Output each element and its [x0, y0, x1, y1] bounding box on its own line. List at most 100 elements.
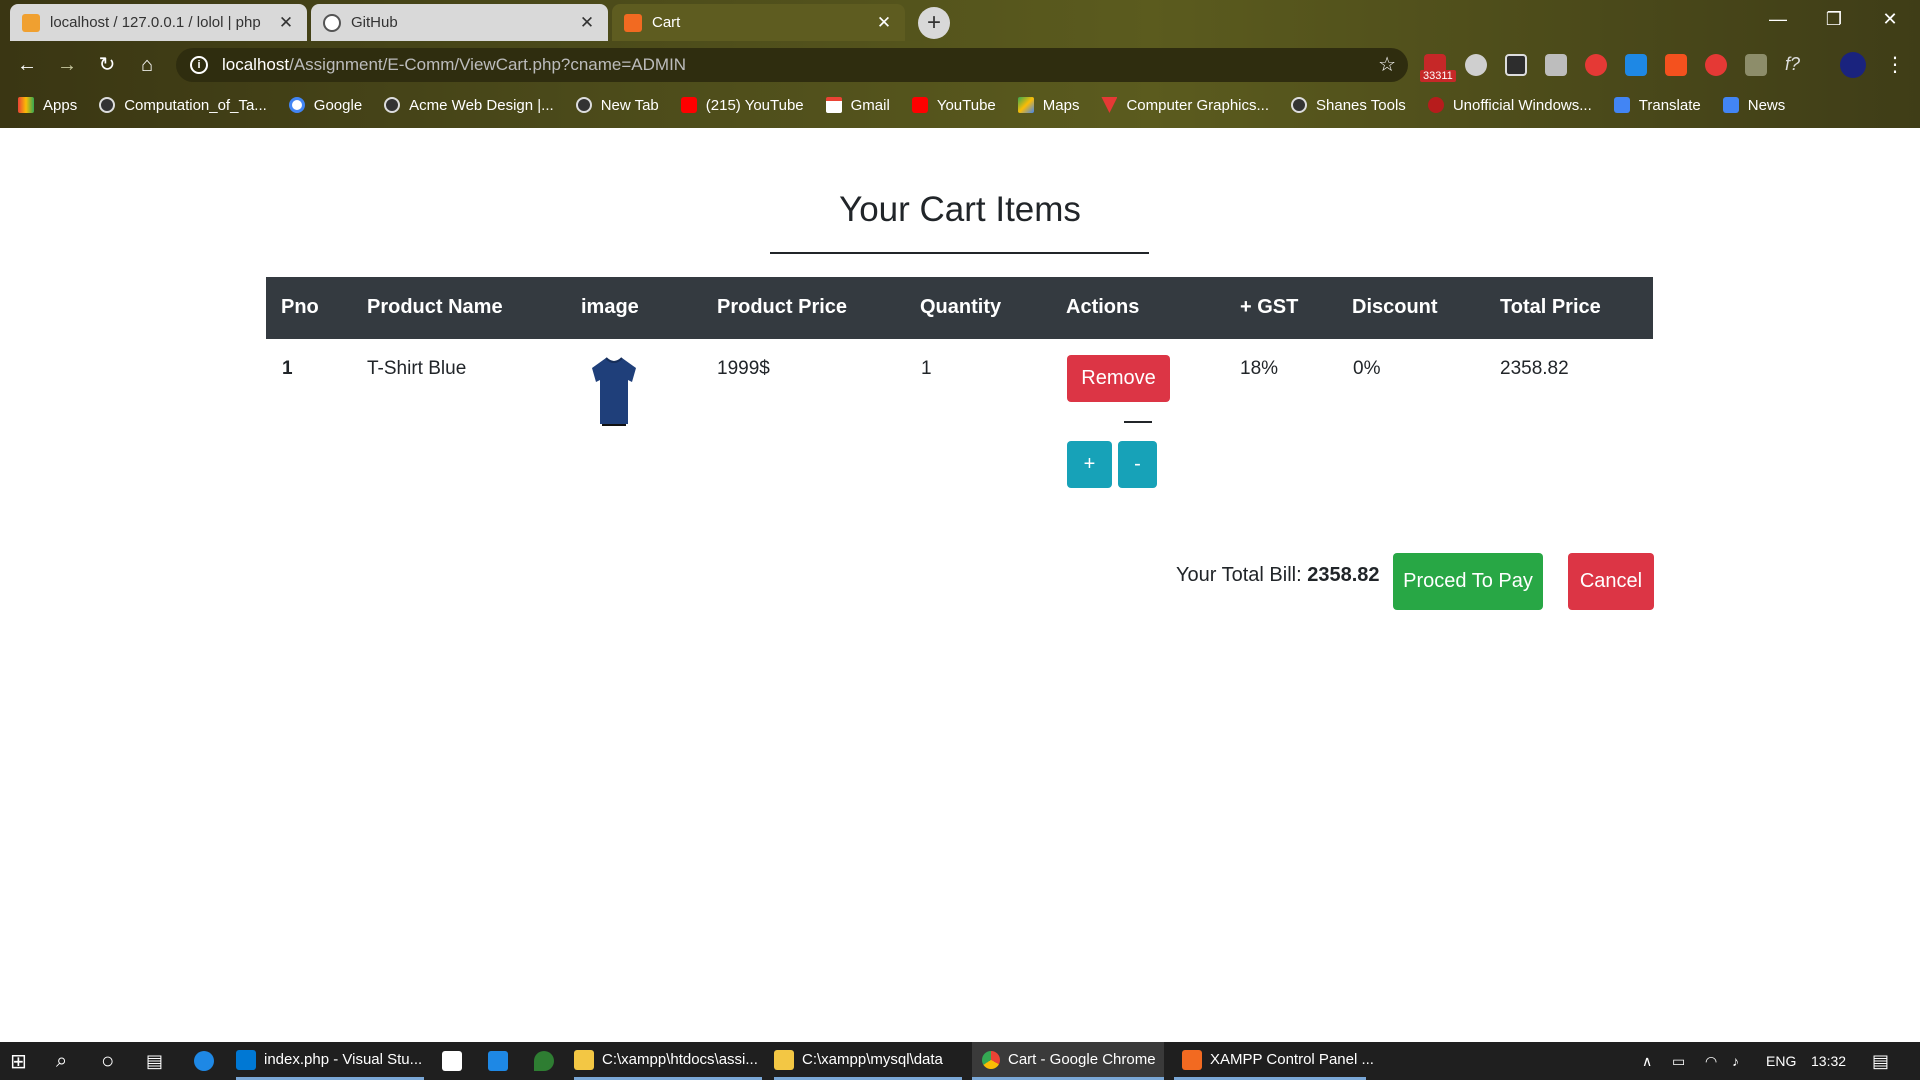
- tab-cart[interactable]: Cart ✕: [612, 4, 905, 41]
- youtube-icon: [680, 97, 697, 113]
- column-header-actions: Actions: [1066, 296, 1140, 318]
- increase-quantity-button[interactable]: +: [1067, 441, 1112, 488]
- taskbar: ⊞ ⌕ ○ ▤ index.php - Visual Stu... C:\xam…: [0, 1042, 1920, 1080]
- forward-icon[interactable]: →: [52, 50, 82, 80]
- globe-icon: [99, 97, 116, 113]
- profile-avatar[interactable]: [1840, 52, 1866, 78]
- column-header-gst: + GST: [1240, 296, 1299, 318]
- row-gst: 18%: [1240, 358, 1279, 379]
- phpmyadmin-icon: [22, 13, 40, 32]
- url-host: localhost: [222, 55, 290, 74]
- wifi-icon[interactable]: ◠: [1705, 1042, 1717, 1080]
- store-icon[interactable]: [442, 1042, 470, 1080]
- bookmark-youtube-215[interactable]: (215) YouTube: [680, 97, 804, 114]
- bookmark-translate[interactable]: Translate: [1613, 97, 1701, 114]
- bookmark-new-tab[interactable]: New Tab: [575, 97, 659, 114]
- extension-badge: 33311: [1420, 70, 1456, 82]
- back-icon[interactable]: ←: [12, 50, 42, 80]
- taskbar-app-vscode[interactable]: index.php - Visual Stu...: [236, 1042, 424, 1080]
- bookmark-acme[interactable]: Acme Web Design |...: [384, 97, 554, 114]
- remove-button[interactable]: Remove: [1067, 355, 1170, 402]
- menu-icon[interactable]: ⋮: [1880, 50, 1910, 80]
- globe-icon: [384, 97, 401, 113]
- proceed-to-pay-button[interactable]: Proced To Pay: [1393, 553, 1543, 610]
- translate-extension-icon[interactable]: [1665, 54, 1687, 76]
- close-window-button[interactable]: ✕: [1862, 0, 1918, 40]
- xampp-icon: [624, 13, 642, 32]
- cancel-button[interactable]: Cancel: [1568, 553, 1654, 610]
- cart-page: Your Cart Items Pno Product Name image P…: [0, 128, 1920, 1042]
- row-pno: 1: [282, 358, 293, 379]
- bookmark-youtube[interactable]: YouTube: [911, 97, 996, 114]
- function-extension-icon[interactable]: f?: [1785, 54, 1807, 76]
- chrome-icon: [982, 1050, 1000, 1069]
- bookmark-star-icon[interactable]: ☆: [1378, 52, 1396, 77]
- language-indicator[interactable]: ENG: [1766, 1042, 1796, 1080]
- gmail-icon: [825, 97, 842, 113]
- pokeball-extension-icon[interactable]: [1585, 54, 1607, 76]
- restore-button[interactable]: ❐: [1806, 0, 1862, 40]
- info-icon[interactable]: i: [190, 56, 208, 74]
- tab-strip: localhost / 127.0.0.1 / lolol | php ✕ Gi…: [0, 0, 1920, 41]
- bookmark-shanes-tools[interactable]: Shanes Tools: [1291, 97, 1406, 114]
- bookmark-computer-graphics[interactable]: Computer Graphics...: [1101, 97, 1269, 114]
- translate-icon: [1613, 97, 1630, 113]
- windows-start-icon[interactable]: ⊞: [10, 1042, 27, 1080]
- pin-icon: [534, 1051, 554, 1071]
- notifications-icon[interactable]: ▤: [1872, 1042, 1889, 1080]
- task-view-icon[interactable]: ▤: [146, 1042, 163, 1080]
- taskbar-app-explorer-mysql[interactable]: C:\xampp\mysql\data: [774, 1042, 962, 1080]
- download-manager-icon[interactable]: [1625, 54, 1647, 76]
- column-header-quantity: Quantity: [920, 296, 1002, 318]
- ghost-extension-icon[interactable]: [1465, 54, 1487, 76]
- tray-chevron-icon[interactable]: ∧: [1642, 1042, 1652, 1080]
- close-icon[interactable]: ✕: [578, 13, 596, 33]
- red-extension-icon[interactable]: [1705, 54, 1727, 76]
- tab-phpmyadmin[interactable]: localhost / 127.0.0.1 / lolol | php ✕: [10, 4, 307, 41]
- maps-pin-icon[interactable]: [534, 1042, 562, 1080]
- folder-icon: [774, 1049, 794, 1070]
- taskbar-app-xampp[interactable]: XAMPP Control Panel ...: [1174, 1042, 1374, 1080]
- edge-icon[interactable]: [194, 1042, 222, 1080]
- bookmark-gmail[interactable]: Gmail: [825, 97, 890, 114]
- close-icon[interactable]: ✕: [277, 13, 295, 33]
- cb-extension-icon[interactable]: [1505, 54, 1527, 76]
- decrease-quantity-button[interactable]: -: [1118, 441, 1157, 488]
- tab-label: Cart: [652, 14, 681, 31]
- battery-icon[interactable]: ▭: [1672, 1042, 1685, 1080]
- home-icon[interactable]: ⌂: [132, 50, 162, 80]
- tab-github[interactable]: GitHub ✕: [311, 4, 608, 41]
- row-product-name: T-Shirt Blue: [367, 358, 467, 379]
- apps-grid-icon: [18, 97, 34, 113]
- product-image-tshirt: [592, 357, 636, 426]
- reload-icon[interactable]: ↻: [92, 50, 122, 80]
- column-header-discount: Discount: [1352, 296, 1438, 318]
- title-underline: [770, 252, 1149, 254]
- folder-icon: [574, 1049, 594, 1070]
- clock[interactable]: 13:32: [1811, 1042, 1846, 1080]
- bookmark-unofficial-windows[interactable]: Unofficial Windows...: [1427, 97, 1592, 114]
- cortana-icon[interactable]: ○: [101, 1042, 114, 1080]
- mail-icon[interactable]: [488, 1042, 516, 1080]
- bookmark-computation[interactable]: Computation_of_Ta...: [99, 97, 267, 114]
- github-icon: [323, 13, 341, 32]
- new-tab-button[interactable]: +: [918, 7, 950, 39]
- youtube-icon: [911, 97, 928, 113]
- bookmark-maps[interactable]: Maps: [1017, 97, 1079, 114]
- minimize-button[interactable]: —: [1750, 0, 1806, 40]
- close-icon[interactable]: ✕: [875, 13, 893, 33]
- bookmark-news[interactable]: News: [1722, 97, 1785, 114]
- search-icon[interactable]: ⌕: [56, 1042, 67, 1080]
- bookmark-google[interactable]: Google: [288, 97, 362, 114]
- grey-extension-icon[interactable]: [1745, 54, 1767, 76]
- taskbar-app-chrome[interactable]: Cart - Google Chrome: [972, 1042, 1164, 1080]
- volume-icon[interactable]: ♪: [1732, 1042, 1739, 1080]
- bookmark-apps[interactable]: Apps: [18, 97, 77, 114]
- cart-table: Pno Product Name image Product Price Qua…: [266, 277, 1653, 579]
- download-arrow-icon[interactable]: [1545, 54, 1567, 76]
- address-bar[interactable]: i localhost/Assignment/E-Comm/ViewCart.p…: [176, 48, 1408, 82]
- column-header-total-price: Total Price: [1500, 296, 1601, 318]
- globe-icon: [1291, 97, 1308, 113]
- taskbar-app-explorer-htdocs[interactable]: C:\xampp\htdocs\assi...: [574, 1042, 762, 1080]
- edge-logo-icon: [194, 1051, 214, 1071]
